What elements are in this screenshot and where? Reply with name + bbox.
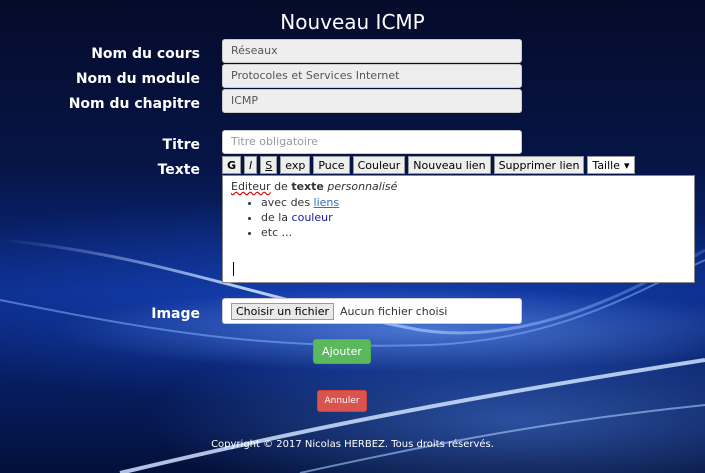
italic-button[interactable]: I (244, 156, 258, 174)
editor-link[interactable]: liens (314, 196, 340, 209)
remove-link-button[interactable]: Supprimer lien (493, 156, 585, 174)
footer-copyright: Copyright © 2017 Nicolas HERBEZ. Tous dr… (211, 439, 494, 450)
editor-colored-text: couleur (291, 211, 333, 224)
new-link-button[interactable]: Nouveau lien (408, 156, 491, 174)
choose-file-button[interactable]: Choisir un fichier (231, 302, 334, 320)
file-status: Aucun fichier choisi (339, 304, 448, 318)
editor-word: Editeur (231, 180, 271, 193)
title-input[interactable] (231, 135, 513, 148)
image-label: Image (151, 306, 200, 322)
chevron-down-icon: ▾ (624, 158, 630, 172)
editor-toolbar: G I S exp Puce Couleur Nouveau lien Supp… (222, 156, 635, 174)
list-item-text: avec des (261, 196, 314, 209)
editor-word-bold: texte (291, 180, 324, 193)
image-file-input[interactable]: Choisir un fichier Aucun fichier choisi (222, 298, 522, 324)
editor-list: avec des liens de la couleur etc ... (261, 195, 686, 240)
list-item: etc ... (261, 225, 686, 240)
size-select[interactable]: Taille ▾ (587, 156, 635, 174)
add-button[interactable]: Ajouter (313, 339, 371, 364)
strike-button[interactable]: S (260, 156, 278, 174)
text-label: Texte (157, 162, 200, 178)
text-caret (233, 262, 234, 276)
bullet-button[interactable]: Puce (313, 156, 350, 174)
title-label: Titre (162, 137, 200, 153)
color-button[interactable]: Couleur (352, 156, 406, 174)
list-item-text: de la (261, 211, 292, 224)
editor-word: de (270, 180, 292, 193)
module-field[interactable]: Protocoles et Services Internet (222, 64, 522, 88)
list-item: avec des liens (261, 195, 686, 210)
title-field[interactable] (222, 130, 522, 154)
size-select-label: Taille (592, 158, 620, 172)
editor-word-italic: personnalisé (323, 180, 398, 193)
page-title: Nouveau ICMP (280, 10, 425, 34)
text-editor[interactable]: Editeur de texte personnalisé avec des l… (222, 175, 695, 283)
editor-line: Editeur de texte personnalisé (231, 180, 686, 193)
cancel-button[interactable]: Annuler (317, 390, 367, 412)
exponent-button[interactable]: exp (280, 156, 311, 174)
list-item-text: etc ... (261, 226, 293, 239)
chapter-field[interactable]: ICMP (222, 89, 522, 113)
bold-button[interactable]: G (222, 156, 242, 174)
list-item: de la couleur (261, 210, 686, 225)
course-field[interactable]: Réseaux (222, 39, 522, 63)
chapter-label: Nom du chapitre (68, 96, 200, 112)
course-label: Nom du cours (91, 46, 200, 62)
module-label: Nom du module (75, 71, 200, 87)
